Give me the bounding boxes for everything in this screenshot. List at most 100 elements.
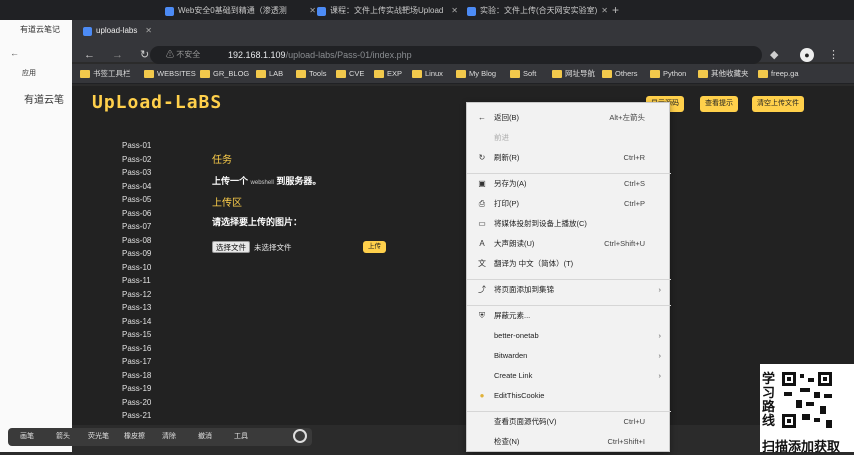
apps-bookmark[interactable]: 应用 [22, 68, 36, 78]
toolbar-clear[interactable]: 清除 [162, 431, 176, 443]
close-icon[interactable]: ✕ [451, 2, 458, 20]
clear-uploads-button[interactable]: 清空上传文件 [752, 96, 804, 112]
menu-item-shortcut: Ctrl+P [623, 199, 645, 208]
pass-link[interactable]: Pass-21 [122, 411, 151, 421]
pass-link[interactable]: Pass-11 [122, 276, 151, 286]
pass-link[interactable]: Pass-01 [122, 141, 151, 151]
cast-icon: ▭ [478, 219, 486, 228]
context-menu-item[interactable]: ● EditThisCookie [467, 389, 671, 403]
tab-label: upload-labs [96, 26, 138, 35]
menu-dots-icon[interactable]: ⋮ [828, 48, 839, 62]
no-file-label: 未选择文件 [254, 243, 292, 252]
bookmark-item[interactable]: 网址导航 [552, 68, 595, 80]
bookmark-item[interactable]: 其他收藏夹 [698, 68, 749, 80]
bookmark-item[interactable]: CVE [336, 68, 364, 80]
pass-link[interactable]: Pass-05 [122, 195, 151, 205]
url-text[interactable]: 192.168.1.109/upload-labs/Pass-01/index.… [228, 47, 412, 63]
context-menu-item[interactable]: Create Link › [467, 369, 671, 383]
pass-link[interactable]: Pass-07 [122, 222, 151, 232]
menu-item-label: 前进 [494, 133, 509, 142]
bookmark-item[interactable]: Tools [296, 68, 327, 80]
context-menu-item[interactable]: ⛨ 屏蔽元素... [467, 309, 671, 323]
toolbar-highlighter[interactable]: 荧光笔 [88, 431, 109, 443]
bookmark-item[interactable]: LAB [256, 68, 283, 80]
bookmark-item[interactable]: Python [650, 68, 686, 80]
bookmark-item[interactable]: Others [602, 68, 638, 80]
extension-icon[interactable]: ◆ [770, 48, 778, 62]
forward-arrow-icon[interactable]: → [112, 48, 123, 62]
reload-icon[interactable]: ↻ [140, 48, 149, 62]
pass-link[interactable]: Pass-02 [122, 155, 151, 165]
context-menu-item[interactable]: ▭ 将媒体投射到设备上播放(C) [467, 217, 671, 231]
chevron-right-icon: › [658, 371, 662, 380]
context-menu-item[interactable]: better-onetab › [467, 329, 671, 343]
bookmark-item[interactable]: WEBSITES [144, 68, 196, 80]
menu-separator [467, 279, 671, 280]
task-heading: 任务 [212, 155, 232, 166]
tab-web-security[interactable]: Web安全0基础到精通（渗透测 ✕ [160, 2, 320, 20]
context-menu-item[interactable]: ← 返回(B) Alt+左箭头 [467, 111, 671, 125]
pass-link[interactable]: Pass-17 [122, 357, 151, 367]
pass-link[interactable]: Pass-12 [122, 290, 151, 300]
tab-hetian-lab[interactable]: 实验：文件上传(合天网安实验室) ✕ [462, 2, 612, 20]
show-hint-button[interactable]: 查看提示 [700, 96, 738, 112]
youdao-app-label[interactable]: 有道云笔 [24, 91, 64, 106]
menu-item-label: 检查(N) [494, 437, 520, 446]
tab-upload-labs[interactable]: upload-labs ✕ [78, 22, 156, 40]
toolbar-undo[interactable]: 撤消 [198, 431, 212, 443]
menu-item-shortcut: Ctrl+Shift+U [604, 239, 645, 248]
pass-link[interactable]: Pass-14 [122, 317, 151, 327]
pass-link[interactable]: Pass-15 [122, 330, 151, 340]
pass-link[interactable]: Pass-06 [122, 209, 151, 219]
close-icon[interactable]: ✕ [601, 2, 608, 20]
bookmark-item[interactable]: 书签工具栏 [80, 68, 131, 80]
choose-file-button[interactable]: 选择文件 [212, 241, 250, 253]
pass-link[interactable]: Pass-03 [122, 168, 151, 178]
pass-link[interactable]: Pass-09 [122, 249, 151, 259]
menu-item-shortcut: Ctrl+U [623, 417, 645, 426]
toolbar-tools[interactable]: 工具 [234, 431, 248, 443]
context-menu-item[interactable]: 检查(N) Ctrl+Shift+I [467, 435, 671, 449]
pass-link[interactable]: Pass-20 [122, 398, 151, 408]
menu-separator [467, 411, 671, 412]
upload-button[interactable]: 上传 [363, 241, 386, 253]
bookmark-item[interactable]: Soft [510, 68, 536, 80]
upload-area-heading: 上传区 [212, 198, 242, 209]
pass-link[interactable]: Pass-10 [122, 263, 151, 273]
context-menu-item[interactable]: ⤴ 将页面添加到集锦 › [467, 283, 671, 297]
pass-link[interactable]: Pass-08 [122, 236, 151, 246]
bookmark-item[interactable]: EXP [374, 68, 402, 80]
toolbar-arrow[interactable]: 箭头 [56, 431, 70, 443]
context-menu-item[interactable]: Bitwarden › [467, 349, 671, 363]
context-menu-item[interactable]: A 大声朗读(U) Ctrl+Shift+U [467, 237, 671, 251]
back-arrow-icon[interactable]: ← [84, 48, 95, 62]
pass-link[interactable]: Pass-13 [122, 303, 151, 313]
security-warning[interactable]: ⚠ 不安全 [166, 48, 200, 62]
context-menu-item[interactable]: 前进 [467, 131, 671, 145]
pass-link[interactable]: Pass-18 [122, 371, 151, 381]
back-icon[interactable]: ← [10, 48, 19, 58]
share-icon: ⤴ [478, 285, 486, 294]
pass-link[interactable]: Pass-04 [122, 182, 151, 192]
warning-icon: ⚠ [166, 50, 174, 59]
menu-item-label: 打印(P) [494, 199, 519, 208]
close-icon[interactable]: ✕ [145, 22, 152, 40]
context-menu-item[interactable]: 查看页面源代码(V) Ctrl+U [467, 415, 671, 429]
bookmark-item[interactable]: freep.ga [758, 68, 799, 80]
site-logo[interactable]: UpLoad-LaBS [92, 92, 222, 113]
toolbar-pen[interactable]: 画笔 [20, 431, 34, 443]
new-tab-button[interactable]: + [612, 2, 619, 18]
context-menu-item[interactable]: ▣ 另存为(A) Ctrl+S [467, 177, 671, 191]
bookmark-item[interactable]: My Blog [456, 68, 496, 80]
power-icon[interactable] [293, 429, 307, 443]
context-menu-item[interactable]: ↻ 刷新(R) Ctrl+R [467, 151, 671, 165]
pass-link[interactable]: Pass-16 [122, 344, 151, 354]
bookmark-item[interactable]: Linux [412, 68, 443, 80]
context-menu-item[interactable]: 文翻译为 中文（简体）(T) [467, 257, 671, 271]
profile-avatar-icon[interactable]: ● [800, 48, 814, 62]
pass-link[interactable]: Pass-19 [122, 384, 151, 394]
bookmark-item[interactable]: GR_BLOG [200, 68, 249, 80]
toolbar-eraser[interactable]: 橡皮擦 [124, 431, 145, 443]
context-menu-item[interactable]: ⎙ 打印(P) Ctrl+P [467, 197, 671, 211]
tab-upload-course[interactable]: 课程：文件上传实战靶场Upload ✕ [312, 2, 462, 20]
